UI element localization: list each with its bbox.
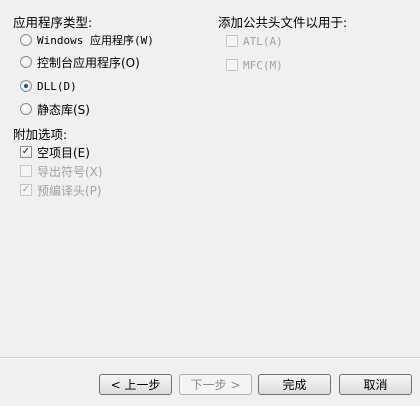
radio-console-application[interactable]: 控制台应用程序(O) [20,53,140,71]
checkbox[interactable]: ✓ [20,184,32,196]
checkbox[interactable]: ✓ [20,146,32,158]
radio-dll[interactable]: DLL(D) [20,77,77,95]
next-button[interactable]: 下一步 > [179,374,252,395]
checkbox[interactable] [226,59,238,71]
finish-button[interactable]: 完成 [258,374,331,395]
radio-label: Windows 应用程序(W) [37,34,154,47]
checkbox[interactable] [20,165,32,177]
checkbox-label: MFC(M) [243,58,283,72]
checkbox-label: ATL(A) [243,34,283,48]
checkbox-atl[interactable]: ATL(A) [226,32,283,50]
radio-button-selected[interactable] [20,80,32,92]
checkbox-mfc[interactable]: MFC(M) [226,56,283,74]
radio-label: DLL(D) [37,79,77,93]
checkbox-export-symbols[interactable]: 导出符号(X) [20,162,103,180]
checkbox[interactable] [226,35,238,47]
radio-button[interactable] [20,56,32,68]
common-headers-title: 添加公共头文件以用于: [218,15,348,30]
checkbox-precompiled-header[interactable]: ✓ 预编译头(P) [20,181,102,199]
cancel-button[interactable]: 取消 [339,374,412,395]
footer-divider [0,357,420,359]
checkbox-label: 预编译头(P) [37,183,102,198]
checkbox-empty-project[interactable]: ✓ 空项目(E) [20,143,90,161]
radio-label: 控制台应用程序(O) [37,55,140,70]
additional-options-title: 附加选项: [13,127,68,142]
radio-button[interactable] [20,34,32,46]
radio-button[interactable] [20,103,32,115]
checkbox-label: 空项目(E) [37,145,90,160]
checkbox-label: 导出符号(X) [37,164,103,179]
radio-label: 静态库(S) [37,102,90,117]
back-button[interactable]: < 上一步 [99,374,172,395]
radio-static-library[interactable]: 静态库(S) [20,100,90,118]
radio-windows-application[interactable]: Windows 应用程序(W) [20,31,154,49]
application-type-title: 应用程序类型: [13,15,93,30]
